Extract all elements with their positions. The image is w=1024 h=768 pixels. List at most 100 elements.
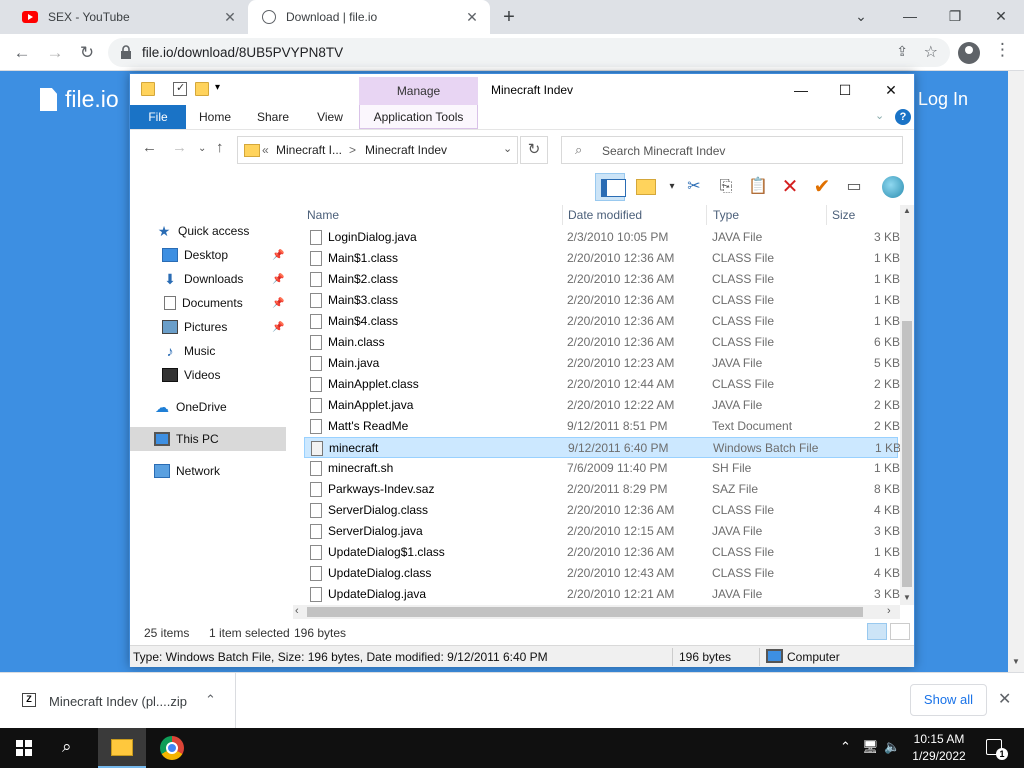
bookmark-star-icon[interactable]: ☆ [924,42,938,62]
copy-icon[interactable]: ⎘ [714,175,738,199]
pin-icon[interactable]: 📌 [272,274,284,285]
nav-pictures[interactable]: Pictures 📌 [130,315,290,339]
column-divider[interactable] [706,205,707,225]
column-size[interactable]: Size [832,208,855,222]
address-dropdown-icon[interactable]: ⌄ [503,142,512,155]
minimize-button[interactable]: — [895,4,925,28]
breadcrumb-current[interactable]: Minecraft Indev [365,143,447,157]
browser-menu-icon[interactable]: ⋮ [994,40,1011,60]
nav-desktop[interactable]: Desktop 📌 [130,243,290,267]
chevron-up-icon[interactable]: ⌃ [205,692,216,708]
taskbar-file-explorer[interactable] [98,728,146,768]
start-button[interactable] [16,740,32,756]
column-date-modified[interactable]: Date modified [568,208,642,222]
back-button[interactable]: ← [9,40,35,66]
preview-pane-icon[interactable] [595,173,626,201]
forward-button[interactable]: → [172,139,187,156]
explorer-address-box[interactable]: « Minecraft I... > Minecraft Indev ⌄ [237,136,518,164]
paste-icon[interactable]: 📋 [746,175,770,199]
scroll-down-icon[interactable]: ▼ [903,593,911,602]
check-icon[interactable]: ✔ [810,175,834,199]
nav-documents[interactable]: Documents 📌 [130,291,290,315]
tab-file-io[interactable]: Download | file.io ✕ [248,0,490,34]
download-item[interactable]: Z Minecraft Indev (pl....zip ⌃ [0,673,236,728]
scrollbar-thumb[interactable] [307,607,863,617]
back-button[interactable]: ← [142,139,157,156]
nav-quick-access[interactable]: ★ Quick access [130,219,290,243]
nav-music[interactable]: ♪ Music [130,339,290,363]
file-row[interactable]: Parkways-Indev.saz 2/20/2011 8:29 PM SAZ F… [304,479,900,500]
close-icon[interactable]: ✕ [998,689,1011,709]
column-name[interactable]: Name [307,208,339,222]
address-bar[interactable]: file.io/download/8UB5PVYPN8TV ⇪ ☆ [108,38,950,67]
file-row[interactable]: minecraft.sh 7/6/2009 11:40 PM SH File 1 KB [304,458,900,479]
breadcrumb-parent[interactable]: Minecraft I... [276,143,342,157]
search-icon[interactable]: ⌕ [62,737,72,757]
maximize-button[interactable]: ☐ [831,79,859,101]
tab-share[interactable]: Share [244,105,302,129]
nav-onedrive[interactable]: ☁ OneDrive [130,395,290,419]
search-input[interactable]: ⌕ Search Minecraft Indev [561,136,903,164]
close-tab-icon[interactable]: ✕ [464,9,480,25]
reload-button[interactable]: ↻ [74,40,100,66]
minimize-button[interactable]: — [787,79,815,101]
nav-this-pc[interactable]: This PC [130,427,286,451]
delete-icon[interactable]: ✕ [778,175,802,199]
new-tab-button[interactable]: + [498,7,520,29]
file-row[interactable]: Main$3.class 2/20/2010 12:36 AM CLASS File… [304,290,900,311]
file-row[interactable]: MainApplet.java 2/20/2010 12:22 AM JAVA Fi… [304,395,900,416]
file-row[interactable]: UpdateDialog.class 2/20/2010 12:43 AM CLAS… [304,563,900,584]
file-row[interactable]: Main$4.class 2/20/2010 12:36 AM CLASS File… [304,311,900,332]
rename-icon[interactable]: ▭ [842,175,866,199]
forward-button[interactable]: → [42,40,68,66]
clock-date[interactable]: 1/29/2022 [904,749,974,763]
dropdown-arrow-icon[interactable]: ▾ [660,175,684,199]
cut-icon[interactable]: ✂ [682,175,706,199]
nav-network[interactable]: Network [130,459,290,483]
recent-locations-icon[interactable]: ⌄ [198,143,206,154]
scroll-down-icon[interactable]: ▼ [1012,657,1020,666]
close-tab-icon[interactable]: ✕ [222,9,238,25]
close-window-button[interactable]: ✕ [986,4,1016,28]
expand-ribbon-icon[interactable]: ⌄ [875,109,884,122]
nav-downloads[interactable]: ⬇ Downloads 📌 [130,267,290,291]
column-divider[interactable] [826,205,827,225]
column-divider[interactable] [562,205,563,225]
clock-time[interactable]: 10:15 AM [904,732,974,746]
tab-view[interactable]: View [302,105,358,129]
file-row[interactable]: ServerDialog.java 2/20/2010 12:15 AM JAVA … [304,521,900,542]
file-row[interactable]: LoginDialog.java 2/3/2010 10:05 PM JAVA Fi… [304,227,900,248]
pin-icon[interactable]: 📌 [272,322,284,333]
scroll-right-icon[interactable]: › [887,605,891,617]
vertical-scrollbar[interactable]: ▲ ▼ [900,205,914,605]
close-button[interactable]: ✕ [877,79,905,101]
chevron-up-icon[interactable]: ⌃ [840,739,851,755]
file-row[interactable]: Main$1.class 2/20/2010 12:36 AM CLASS File… [304,248,900,269]
properties-icon[interactable] [173,81,187,96]
tab-home[interactable]: Home [186,105,244,129]
file-row[interactable]: Matt's ReadMe 9/12/2011 8:51 PM Text Docum… [304,416,900,437]
new-folder-icon[interactable] [195,82,209,96]
large-icons-view-icon[interactable] [890,623,910,640]
scrollbar-thumb[interactable] [902,321,912,587]
tab-search-icon[interactable]: ⌄ [846,4,876,28]
details-view-icon[interactable] [867,623,887,640]
taskbar-chrome[interactable] [160,736,184,760]
file-row[interactable]: UpdateDialog.java 2/20/2010 12:21 AM JAVA … [304,584,900,605]
horizontal-scrollbar[interactable]: ‹ › [293,605,900,619]
file-row[interactable]: UpdateDialog$1.class 2/20/2010 12:36 AM CL… [304,542,900,563]
scroll-left-icon[interactable]: ‹ [295,605,299,617]
customize-qat-icon[interactable]: ▾ [215,82,229,96]
file-row[interactable]: Main$2.class 2/20/2010 12:36 AM CLASS File… [304,269,900,290]
pin-icon[interactable]: 📌 [272,250,284,261]
site-logo[interactable]: file.io [40,86,119,113]
scroll-up-icon[interactable]: ▲ [903,206,911,215]
file-row[interactable]: ServerDialog.class 2/20/2010 12:36 AM CLAS… [304,500,900,521]
pin-icon[interactable]: 📌 [272,298,284,309]
nav-videos[interactable]: Videos [130,363,290,387]
refresh-button[interactable]: ↻ [520,136,548,164]
profile-avatar[interactable] [958,42,980,64]
file-row[interactable]: Main.class 2/20/2010 12:36 AM CLASS File 6 … [304,332,900,353]
tab-file[interactable]: File [130,105,186,129]
breadcrumb-overflow[interactable]: « [262,143,269,157]
